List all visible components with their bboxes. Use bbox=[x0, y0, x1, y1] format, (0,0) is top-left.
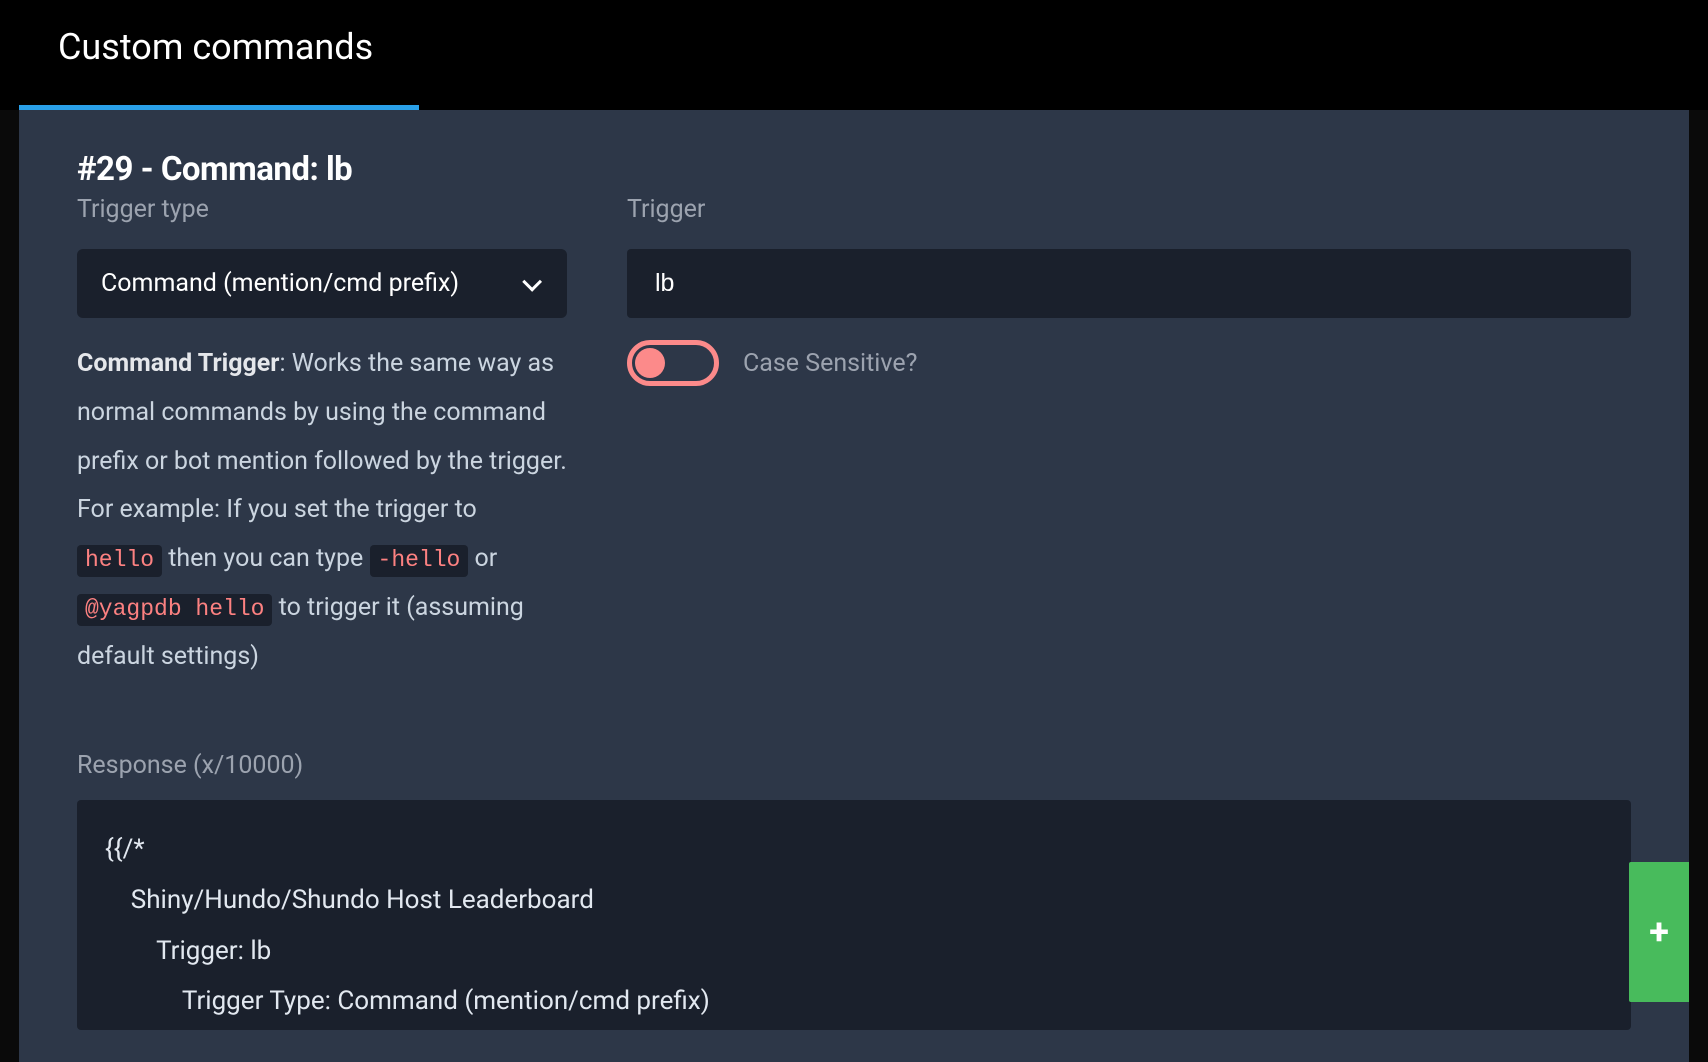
case-sensitive-label: Case Sensitive? bbox=[743, 349, 917, 378]
help-part2c: or bbox=[468, 544, 497, 573]
toggle-knob bbox=[635, 348, 665, 378]
help-part2b: then you can type bbox=[162, 544, 370, 573]
plus-icon: + bbox=[1649, 914, 1669, 950]
help-code1: hello bbox=[77, 545, 162, 577]
help-part2a: For example: If you set the trigger to bbox=[77, 495, 477, 524]
help-code3: @yagpdb hello bbox=[77, 594, 272, 626]
trigger-type-select[interactable]: Command (mention/cmd prefix) bbox=[77, 249, 567, 318]
command-heading: #29 - Command: lb bbox=[77, 150, 1631, 189]
trigger-label: Trigger bbox=[627, 195, 1631, 224]
page-title: Custom commands bbox=[58, 26, 1708, 68]
chevron-down-icon bbox=[522, 271, 542, 291]
header-bar: Custom commands bbox=[0, 0, 1708, 110]
trigger-type-value: Command (mention/cmd prefix) bbox=[101, 269, 459, 298]
content-panel: #29 - Command: lb Trigger type Trigger C… bbox=[19, 110, 1689, 1062]
trigger-type-help: Command Trigger: Works the same way as n… bbox=[77, 340, 567, 681]
response-label: Response (x/10000) bbox=[77, 751, 1631, 780]
trigger-input[interactable] bbox=[627, 249, 1631, 318]
help-code2: -hello bbox=[370, 545, 469, 577]
response-editor[interactable]: {{/* Shiny/Hundo/Shundo Host Leaderboard… bbox=[77, 800, 1631, 1030]
add-button[interactable]: + bbox=[1629, 862, 1689, 1002]
trigger-type-label: Trigger type bbox=[77, 195, 567, 224]
case-sensitive-toggle[interactable] bbox=[627, 340, 719, 386]
help-strong: Command Trigger bbox=[77, 349, 279, 378]
